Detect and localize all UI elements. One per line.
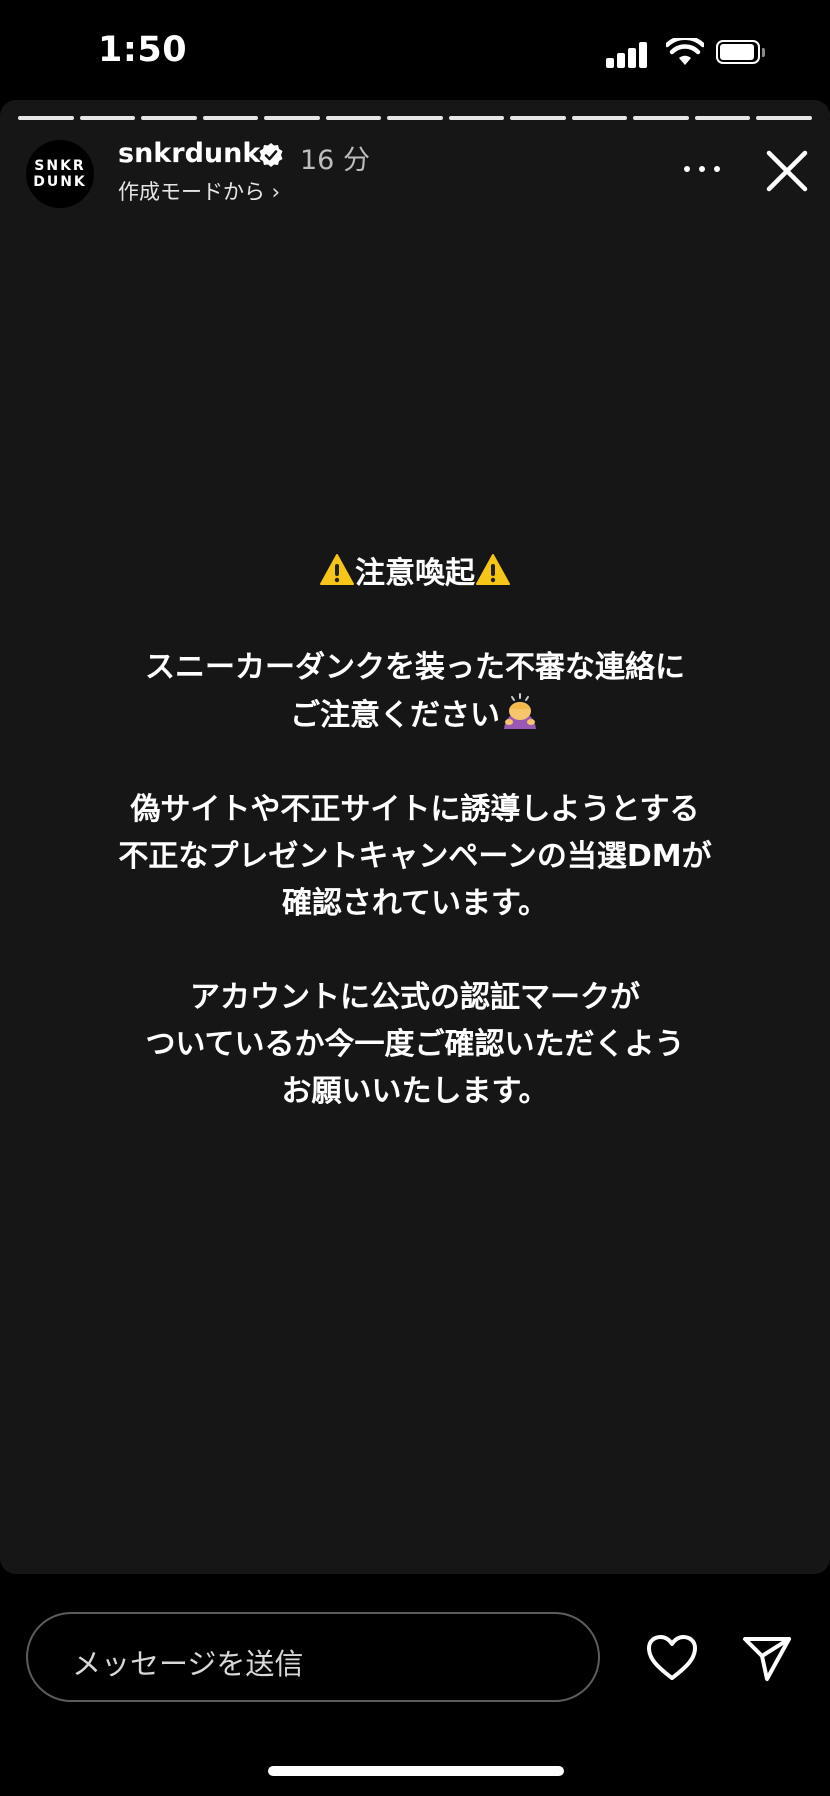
progress-segment <box>633 116 689 120</box>
paragraph-2: 偽サイトや不正サイトに誘導しようとする 不正なプレゼントキャンペーンの当選DMが… <box>0 786 830 927</box>
text-line: アカウントに公式の認証マークが <box>190 980 640 1015</box>
text-line: 確認されています。 <box>281 886 549 921</box>
story-viewer[interactable]: SNKR DUNK snkrdunk 16 分 作成モードから › 注意喚起 ス… <box>0 100 830 1574</box>
message-input[interactable]: メッセージを送信 <box>26 1612 600 1702</box>
story-progress-bar <box>18 116 812 120</box>
battery-icon <box>716 40 766 66</box>
progress-segment <box>141 116 197 120</box>
avatar-logo-text: SNKR DUNK <box>33 158 87 190</box>
more-options-button[interactable] <box>682 160 722 180</box>
progress-segment <box>18 116 74 120</box>
home-indicator <box>268 1766 564 1776</box>
avatar[interactable]: SNKR DUNK <box>26 140 94 208</box>
progress-segment <box>571 116 628 120</box>
message-placeholder: メッセージを送信 <box>72 1647 304 1681</box>
bowing-person-icon <box>504 693 536 729</box>
text-line: スニーカーダンクを装った不審な連絡に <box>145 650 685 685</box>
heading-text: 注意喚起 <box>355 556 475 591</box>
cellular-signal-icon <box>606 42 650 68</box>
progress-segment <box>79 116 136 120</box>
progress-segment <box>387 116 443 120</box>
post-time: 16 分 <box>300 145 370 176</box>
progress-segment <box>694 116 751 120</box>
wifi-icon <box>666 38 704 65</box>
status-time: 1:50 <box>98 30 188 70</box>
text-line: ついているか今一度ご確認いただくよう <box>145 1027 685 1062</box>
progress-segment <box>510 116 566 120</box>
paragraph-1: スニーカーダンクを装った不審な連絡に ご注意ください <box>0 644 830 739</box>
text-line: 偽サイトや不正サイトに誘導しようとする <box>130 792 700 827</box>
send-icon[interactable] <box>742 1634 792 1682</box>
progress-segment <box>325 116 382 120</box>
warning-icon <box>476 554 510 585</box>
text-line: ご注意ください <box>0 691 830 739</box>
story-text: 注意喚起 スニーカーダンクを装った不審な連絡に ご注意ください 偽サイトや不正サ… <box>0 550 830 1162</box>
paragraph-3: アカウントに公式の認証マークが ついているか今一度ご確認いただくよう お願いいた… <box>0 974 830 1115</box>
created-with-label[interactable]: 作成モードから › <box>118 176 280 206</box>
verified-badge-icon <box>259 143 283 167</box>
warning-heading: 注意喚起 <box>0 550 830 597</box>
progress-segment <box>264 116 320 120</box>
close-icon[interactable] <box>764 148 810 194</box>
progress-segment <box>448 116 505 120</box>
text-line: お願いいたします。 <box>281 1074 549 1109</box>
warning-icon <box>320 554 354 585</box>
status-bar: 1:50 <box>0 0 830 100</box>
progress-segment <box>756 116 812 120</box>
heart-icon[interactable] <box>646 1634 698 1682</box>
username[interactable]: snkrdunk <box>118 138 260 169</box>
text-line: 不正なプレゼントキャンペーンの当選DMが <box>118 839 712 874</box>
progress-segment <box>202 116 259 120</box>
